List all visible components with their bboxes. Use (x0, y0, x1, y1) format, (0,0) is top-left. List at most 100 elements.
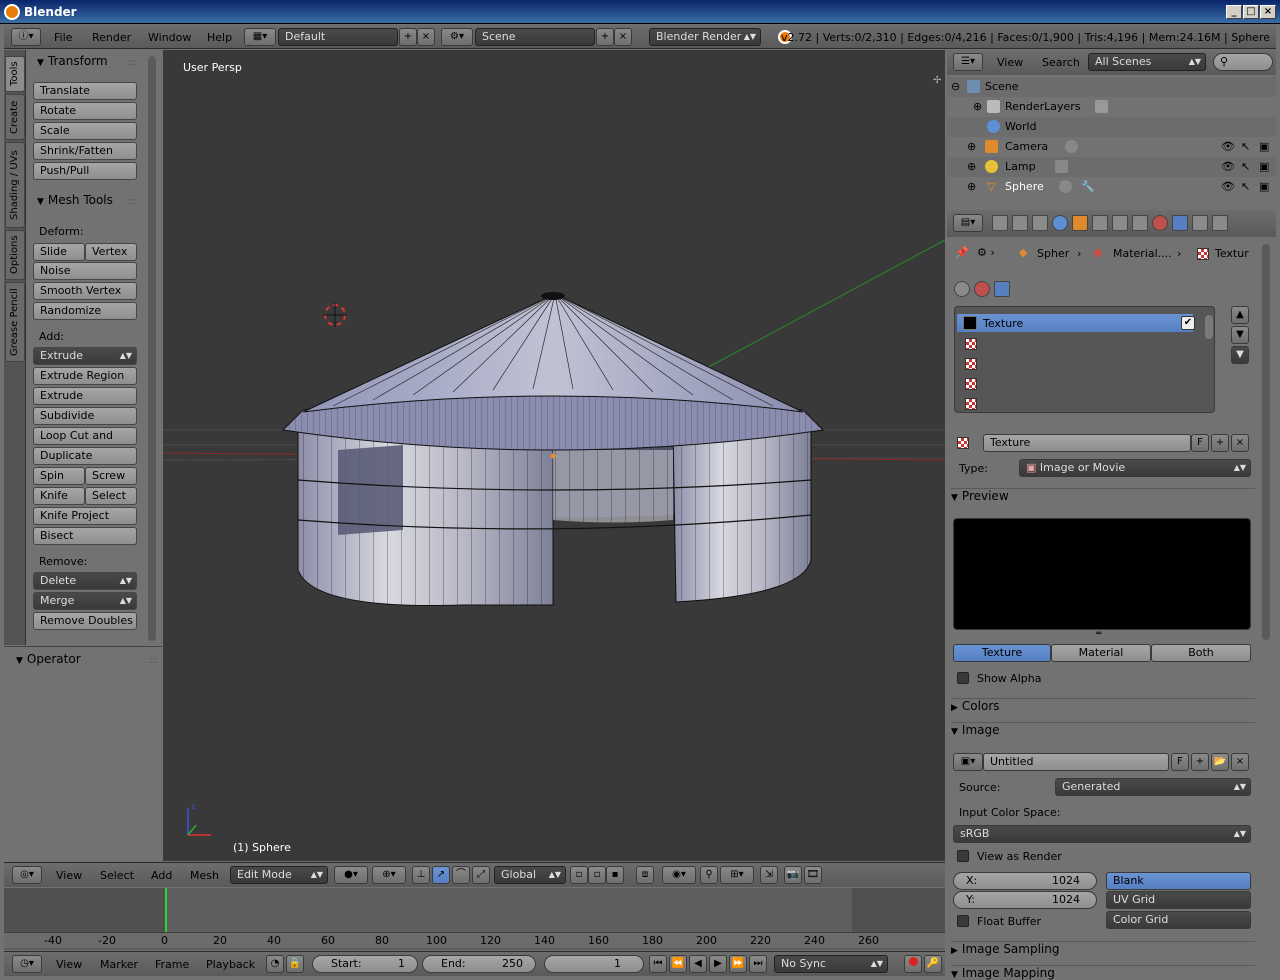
selectable-cursor-icon[interactable]: ↖ (1241, 180, 1250, 193)
jump-end-icon[interactable]: ⏭ (749, 955, 767, 973)
snap-toggle-icon[interactable]: ⚲ (700, 866, 718, 884)
properties-scrollbar[interactable] (1262, 244, 1270, 640)
pivot-point-icon[interactable]: ⊕▾ (372, 866, 406, 884)
translate-manipulator-icon[interactable]: ↗ (432, 866, 450, 884)
texture-slot-icon[interactable] (965, 358, 977, 370)
timeline[interactable]: -40 -20 0 20 40 60 80 100 120 140 160 18… (4, 888, 945, 950)
visibility-eye-icon[interactable]: 👁 (1221, 180, 1235, 193)
extrude-region-button[interactable]: Extrude Region (33, 367, 137, 385)
preview-tab-texture[interactable]: Texture (953, 644, 1051, 662)
expand-icon[interactable]: ⊕ (967, 140, 976, 153)
expand-icon[interactable]: ⊕ (973, 100, 982, 113)
unlink-image-icon[interactable]: × (1231, 753, 1249, 771)
delete-dropdown[interactable]: Delete ▲▼ (33, 572, 137, 590)
render-tab-icon[interactable] (992, 215, 1008, 231)
color-space-dropdown[interactable]: sRGB ▲▼ (953, 825, 1251, 843)
render-animation-icon[interactable]: 🎞 (804, 866, 822, 884)
jump-keyframe-forward-icon[interactable]: ⏩ (729, 955, 747, 973)
loop-cut-slide-button[interactable]: Loop Cut and Slide (33, 427, 137, 458)
play-reverse-icon[interactable]: ◀ (689, 955, 707, 973)
physics-tab-icon[interactable] (1212, 215, 1228, 231)
scale-manipulator-icon[interactable]: ⤢ (472, 866, 490, 884)
preview-resize-grip-icon[interactable]: ═ (1096, 629, 1101, 639)
play-icon[interactable]: ▶ (709, 955, 727, 973)
panel-colors-header[interactable]: ▶ Colors (951, 698, 1255, 720)
modifiers-tab-icon[interactable] (1112, 215, 1128, 231)
expand-icon[interactable]: ⊕ (967, 160, 976, 173)
tab-options[interactable]: Options (5, 230, 25, 280)
extrude-dropdown[interactable]: Extrude ▲▼ (33, 347, 137, 365)
constraints-tab-icon[interactable] (1092, 215, 1108, 231)
world-tab-icon[interactable] (1052, 215, 1068, 231)
tab-shading-uvs[interactable]: Shading / UVs (5, 142, 25, 228)
drag-grip-icon[interactable]: :::: (128, 58, 137, 68)
panel-mesh-tools-header[interactable]: ▼ Mesh Tools (37, 193, 113, 213)
visibility-eye-icon[interactable]: 👁 (1221, 140, 1235, 153)
maximize-button[interactable]: □ (1243, 5, 1259, 19)
slide-edge-button[interactable]: Slide Ed (33, 243, 85, 274)
scene-tab-icon[interactable] (1032, 215, 1048, 231)
pin-icon[interactable]: 📌 (955, 246, 969, 259)
push-pull-button[interactable]: Push/Pull (33, 162, 137, 180)
unlink-texture-icon[interactable]: × (1231, 434, 1249, 452)
expand-icon[interactable]: ⊕ (967, 180, 976, 193)
drag-grip-icon[interactable]: :::: (148, 656, 157, 666)
texture-slot-selected[interactable]: Texture ✔ (957, 314, 1195, 332)
editor-type-3d-icon[interactable]: ◎▾ (12, 866, 42, 884)
open-image-icon[interactable]: 📂 (1211, 753, 1229, 771)
tab-create[interactable]: Create (5, 94, 25, 140)
menu-search[interactable]: Search (1042, 56, 1080, 69)
menu-window[interactable]: Window (148, 31, 191, 44)
translate-button[interactable]: Translate (33, 82, 137, 100)
menu-frame[interactable]: Frame (155, 958, 189, 971)
tab-grease-pencil[interactable]: Grease Pencil (5, 282, 25, 362)
remove-doubles-button[interactable]: Remove Doubles (33, 612, 137, 630)
vertex-select-icon[interactable]: ▫ (570, 866, 588, 884)
spin-button[interactable]: Spin (33, 467, 85, 485)
lock-icon[interactable]: 🔒 (286, 955, 304, 973)
slot-list-scrollbar[interactable] (1205, 315, 1213, 339)
generated-type-uv-grid[interactable]: UV Grid (1106, 891, 1251, 909)
image-width-field[interactable]: X: 1024 (953, 872, 1097, 890)
collapse-icon[interactable]: ⊖ (951, 80, 960, 93)
timeline-track[interactable] (4, 888, 945, 948)
render-camera-icon[interactable]: ▣ (1259, 160, 1269, 173)
render-layers-tab-icon[interactable] (1012, 215, 1028, 231)
outliner-row-renderlayers[interactable]: ⊕ RenderLayers (947, 97, 1276, 117)
end-frame-field[interactable]: End: 250 (422, 955, 536, 973)
menu-select[interactable]: Select (100, 869, 134, 882)
move-slot-down-icon[interactable]: ▼ (1231, 326, 1249, 344)
render-preview-icon[interactable]: 📷 (784, 866, 802, 884)
selectable-cursor-icon[interactable]: ↖ (1241, 140, 1250, 153)
jump-start-icon[interactable]: ⏮ (649, 955, 667, 973)
scene-icon[interactable]: ⚙▾ (441, 28, 473, 46)
view-as-render-checkbox[interactable] (957, 850, 969, 862)
outliner-row-camera[interactable]: ⊕ Camera 👁 ↖ ▣ (947, 137, 1276, 157)
object-tab-icon[interactable] (1072, 215, 1088, 231)
generated-type-color-grid[interactable]: Color Grid (1106, 911, 1251, 929)
record-icon[interactable] (904, 955, 922, 973)
slot-enabled-checkbox[interactable]: ✔ (1181, 316, 1195, 330)
show-alpha-checkbox[interactable] (957, 672, 969, 684)
smooth-vertex-button[interactable]: Smooth Vertex (33, 282, 137, 300)
screen-layout-icon[interactable]: ▦▾ (244, 28, 276, 46)
outliner-row-scene[interactable]: ⊖ Scene (947, 77, 1276, 97)
outliner-row-world[interactable]: World (947, 117, 1276, 137)
preview-range-icon[interactable]: ◔ (266, 955, 284, 973)
outliner[interactable]: ⊖ Scene ⊕ RenderLayers World ⊕ Camera 👁 … (947, 76, 1276, 204)
texture-slot-list[interactable]: Texture ✔ (954, 306, 1215, 413)
bisect-button[interactable]: Bisect (33, 527, 137, 545)
preview-tab-both[interactable]: Both (1151, 644, 1251, 662)
material-texture-icon[interactable] (974, 281, 990, 297)
knife-select-button[interactable]: Select (85, 487, 137, 505)
panel-preview-header[interactable]: ▼ Preview (951, 488, 1255, 510)
outliner-filter-dropdown[interactable]: All Scenes ▲▼ (1088, 53, 1206, 71)
drag-grip-icon[interactable]: :::: (128, 197, 137, 207)
menu-help[interactable]: Help (207, 31, 232, 44)
editor-type-properties-icon[interactable]: ▤▾ (953, 214, 983, 232)
orientation-dropdown[interactable]: Global ▲▼ (494, 866, 566, 884)
mesh-data-tab-icon[interactable] (1132, 215, 1148, 231)
scene-field[interactable]: Scene (475, 28, 595, 46)
menu-marker[interactable]: Marker (100, 958, 138, 971)
fake-user-button[interactable]: F (1191, 434, 1209, 452)
